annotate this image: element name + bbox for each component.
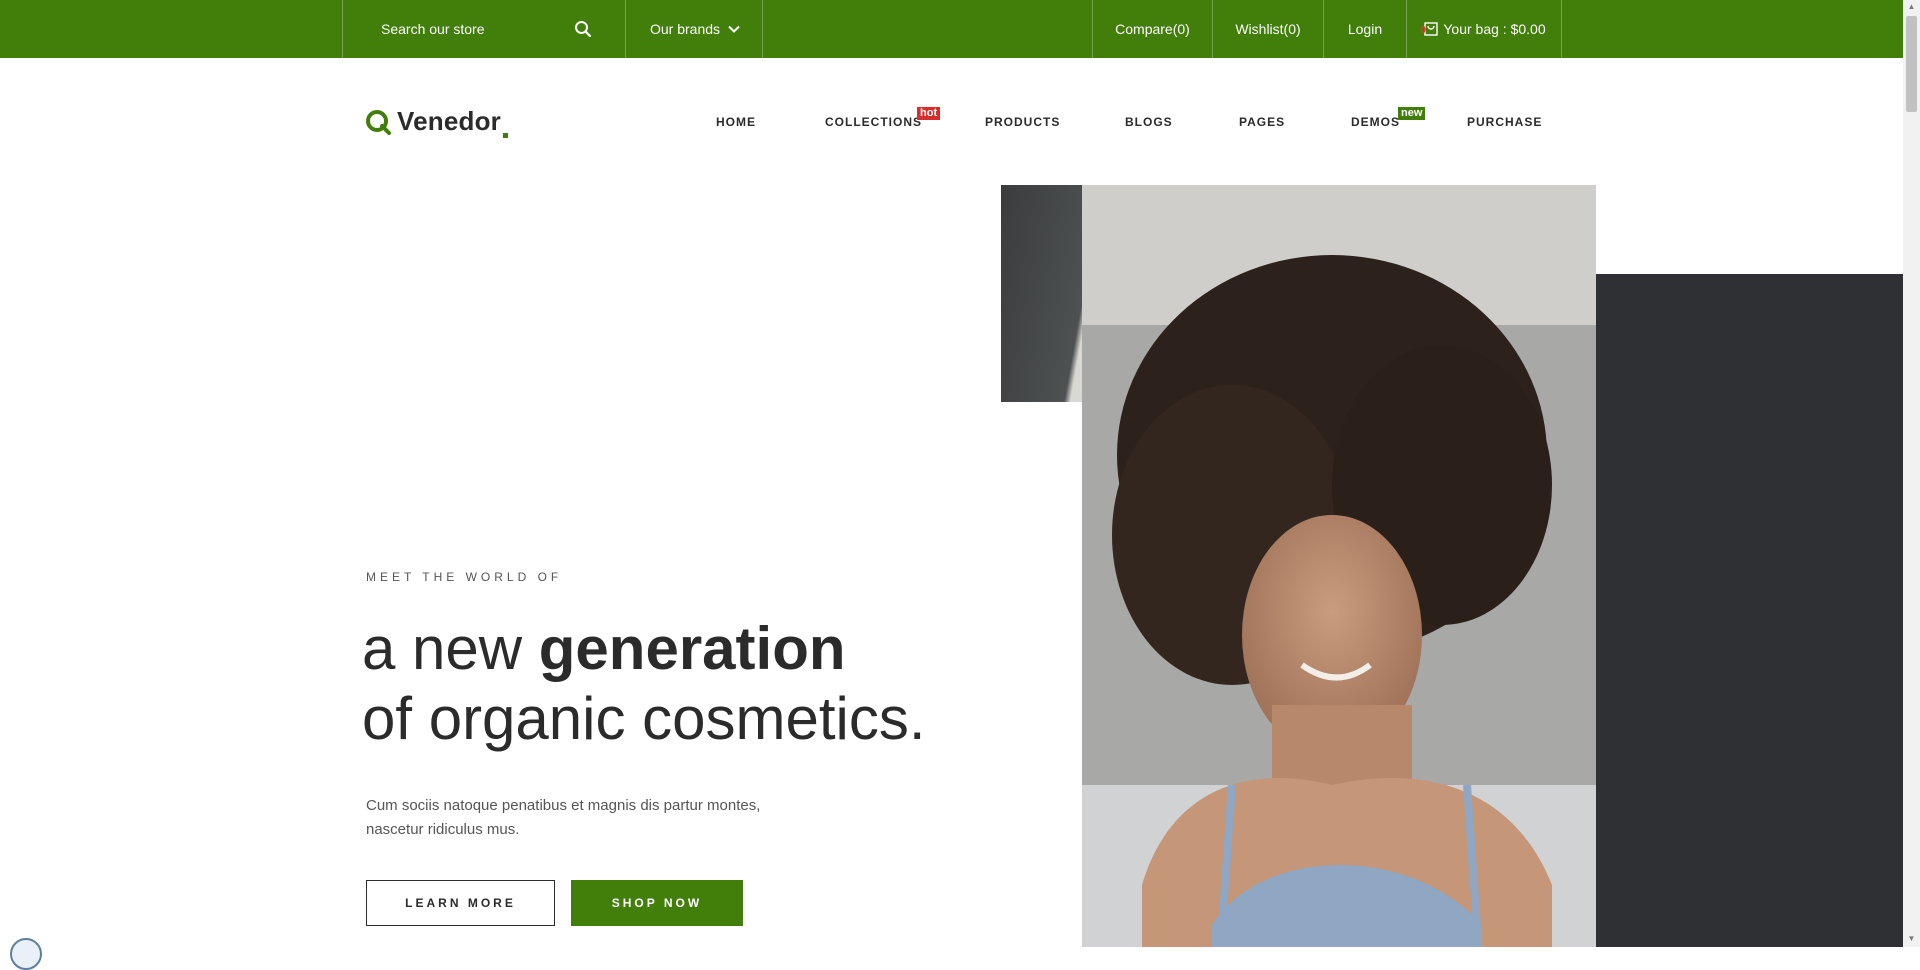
nav-products[interactable]: PRODUCTS xyxy=(985,115,1060,129)
divider xyxy=(1561,0,1562,58)
hero-eyebrow: MEET THE WORLD OF xyxy=(366,570,563,584)
divider xyxy=(342,0,343,58)
brands-dropdown[interactable]: Our brands xyxy=(650,0,740,58)
cart-icon: 0 xyxy=(1420,21,1439,37)
hero-photo-main xyxy=(1082,185,1596,947)
login-link[interactable]: Login xyxy=(1324,0,1406,58)
nav-demos[interactable]: DEMOS xyxy=(1351,115,1400,129)
hero-description: Cum sociis natoque penatibus et magnis d… xyxy=(366,797,761,838)
scrollbar-thumb[interactable] xyxy=(1906,16,1917,112)
nav-collections[interactable]: COLLECTIONS xyxy=(825,115,922,129)
divider xyxy=(625,0,626,58)
logo-icon xyxy=(366,109,391,135)
scroll-down-arrow[interactable]: ▼ xyxy=(1906,934,1917,944)
login-label: Login xyxy=(1347,21,1383,37)
logo[interactable]: Venedor xyxy=(365,106,508,138)
chat-widget-icon[interactable] xyxy=(10,938,42,970)
wishlist-link[interactable]: Wishlist(0) xyxy=(1213,0,1323,58)
search-input[interactable] xyxy=(381,21,571,37)
scrollbar[interactable] xyxy=(1903,0,1920,947)
learn-more-button[interactable]: LEARN MORE xyxy=(366,880,555,926)
new-badge: new xyxy=(1398,107,1426,120)
hot-badge: hot xyxy=(917,107,941,120)
nav-home[interactable]: HOME xyxy=(716,115,756,129)
headline-bold: generation xyxy=(538,615,846,682)
logo-text: Venedor xyxy=(397,106,508,138)
nav-pages[interactable]: PAGES xyxy=(1239,115,1285,129)
shop-now-button[interactable]: SHOP NOW xyxy=(571,880,743,926)
headline-line2: of organic cosmetics. xyxy=(362,685,926,752)
compare-label: Compare(0) xyxy=(1115,21,1190,37)
hero-headline: a new generation of organic cosmetics. xyxy=(362,614,926,754)
brands-label: Our brands xyxy=(650,21,721,37)
cart-link[interactable]: 0 Your bag : $0.00 xyxy=(1407,0,1561,58)
dark-panel xyxy=(1596,274,1903,947)
divider xyxy=(762,0,763,58)
cart-count: 0 xyxy=(1420,25,1426,36)
compare-link[interactable]: Compare(0) xyxy=(1093,0,1212,58)
scroll-up-arrow[interactable]: ▲ xyxy=(1906,2,1917,12)
chevron-down-icon xyxy=(728,25,740,33)
headline-light: a new xyxy=(362,615,539,682)
search-icon[interactable] xyxy=(574,20,592,38)
nav-blogs[interactable]: BLOGS xyxy=(1125,115,1173,129)
top-bar: Our brands Compare(0) Wishlist(0) Login … xyxy=(0,0,1903,58)
wishlist-label: Wishlist(0) xyxy=(1235,21,1301,37)
nav-purchase[interactable]: PURCHASE xyxy=(1467,115,1542,129)
bag-label: Your bag : $0.00 xyxy=(1443,21,1546,37)
